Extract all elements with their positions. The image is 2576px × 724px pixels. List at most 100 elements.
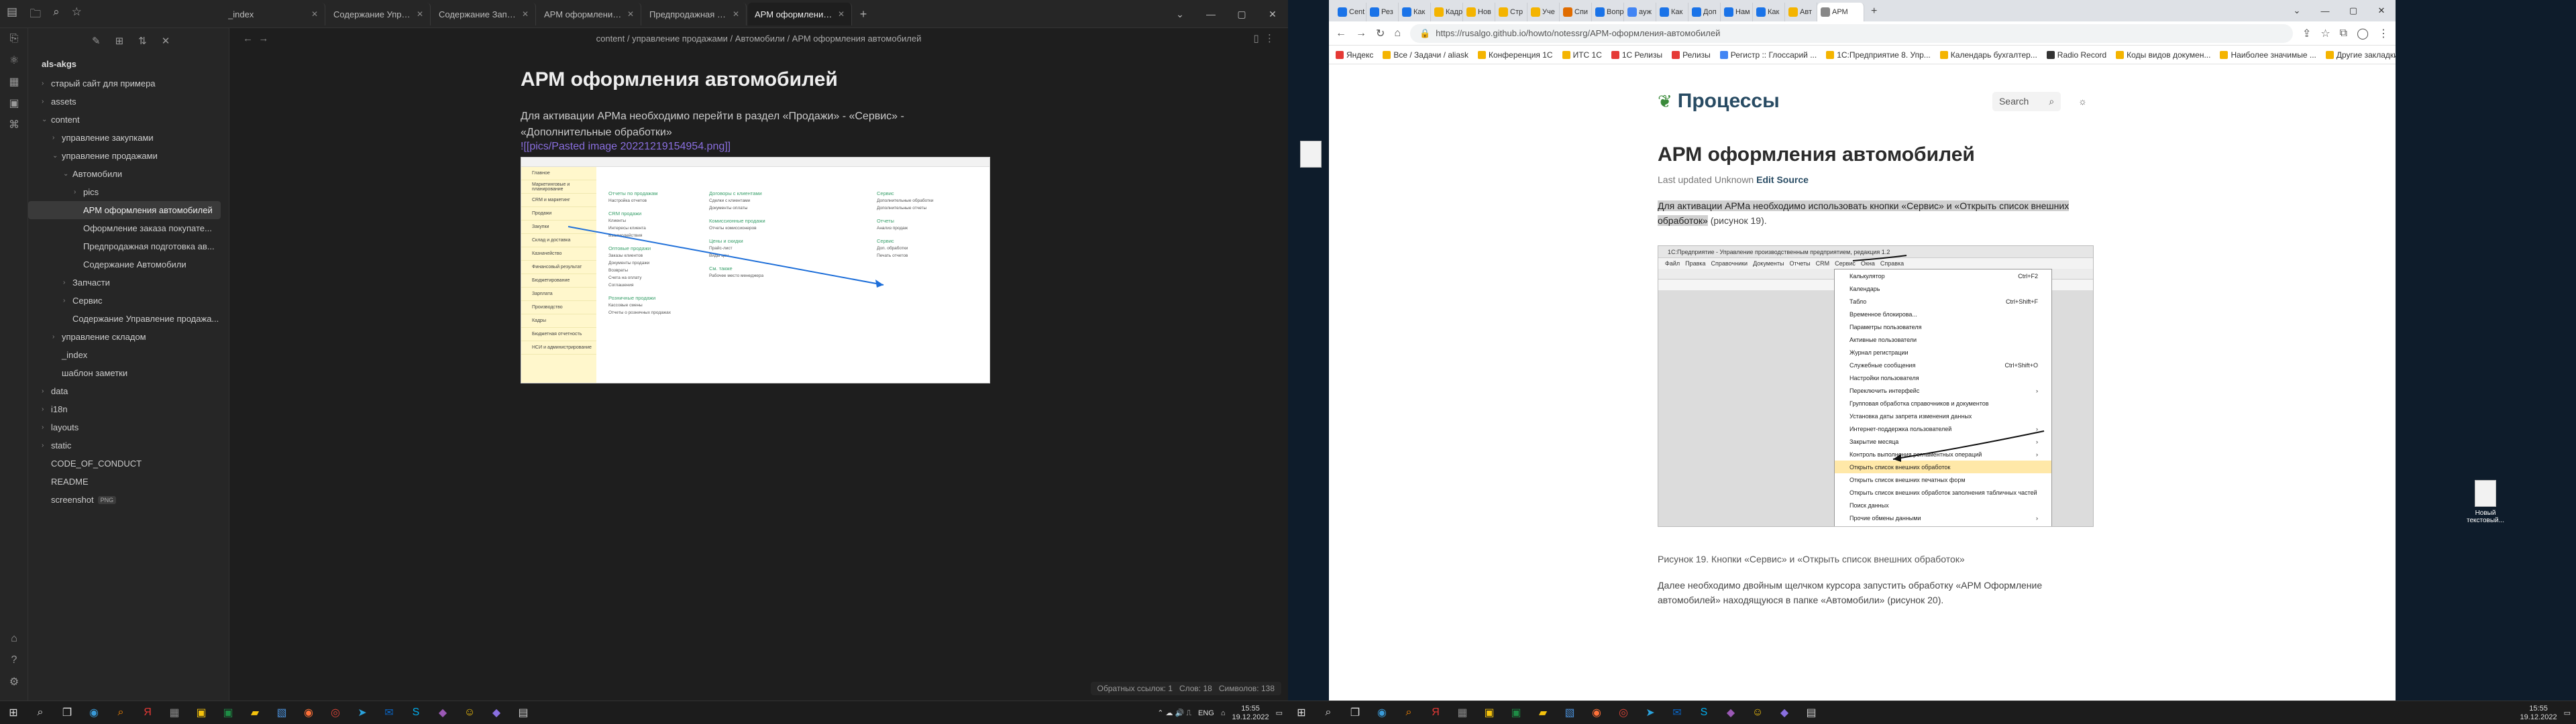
calculator-icon[interactable]: ▦ <box>1449 701 1476 724</box>
firefox-icon[interactable]: ◉ <box>295 701 322 724</box>
browser-tab[interactable]: Нов <box>1463 3 1495 21</box>
bookmark-item[interactable]: ИТС 1С <box>1562 50 1602 60</box>
task-view-icon[interactable]: ❐ <box>54 701 80 724</box>
yandex-icon[interactable]: Я <box>1422 701 1449 724</box>
minimize-icon[interactable]: — <box>2311 0 2339 21</box>
back-icon[interactable]: ← <box>1336 27 1346 40</box>
embed-link[interactable]: ![[pics/Pasted image 20221219154954.png]… <box>521 141 990 153</box>
tree-item[interactable]: _index <box>28 346 229 364</box>
close-icon[interactable]: ✕ <box>311 9 318 19</box>
close-icon[interactable]: ✕ <box>417 9 423 19</box>
editor-tab[interactable]: _index ✕ <box>221 3 325 25</box>
search-icon[interactable]: ⌕ <box>1315 701 1342 724</box>
chevron-down-icon[interactable]: ⌄ <box>2283 0 2311 21</box>
outlook-icon[interactable]: ✉ <box>1664 701 1690 724</box>
tree-item[interactable]: › pics <box>28 183 229 201</box>
tray-icons[interactable]: ⌃ ☁ 🔊 ⎍ <box>1157 709 1191 718</box>
app-icon[interactable]: ◆ <box>1717 701 1744 724</box>
notification-icon[interactable]: ▭ <box>2564 709 2571 717</box>
start-icon[interactable]: ⊞ <box>0 701 27 724</box>
tree-item[interactable]: › data <box>28 382 229 400</box>
collapse-icon[interactable]: ✕ <box>162 35 170 47</box>
reload-icon[interactable]: ↻ <box>1376 27 1385 40</box>
star-icon[interactable]: ☆ <box>2320 27 2330 40</box>
obsidian-icon[interactable]: ◆ <box>1771 701 1798 724</box>
edge-icon[interactable]: ◉ <box>1368 701 1395 724</box>
tree-item[interactable]: README <box>28 473 229 491</box>
1c-icon[interactable]: ▣ <box>1476 701 1503 724</box>
tree-item[interactable]: Содержание Управление продажа... <box>28 310 229 328</box>
obsidian-icon[interactable]: ◆ <box>483 701 510 724</box>
notification-icon[interactable]: ▭ <box>1276 709 1283 717</box>
app-icon[interactable]: ◆ <box>429 701 456 724</box>
start-icon[interactable]: ⊞ <box>1288 701 1315 724</box>
calculator-icon[interactable]: ▦ <box>161 701 188 724</box>
share-icon[interactable]: ⇪ <box>2302 27 2311 40</box>
tree-item[interactable]: Содержание Автомобили <box>28 255 229 274</box>
profile-icon[interactable]: ◯ <box>2357 27 2369 40</box>
browser-tab[interactable]: Стр <box>1495 3 1527 21</box>
bookmark-item[interactable]: Наиболее значимые ... <box>2220 50 2316 60</box>
maximize-icon[interactable]: ▢ <box>2339 0 2367 21</box>
editor-tab[interactable]: АРМ оформления автом...✕ <box>537 3 641 25</box>
extensions-icon[interactable]: ⧉ <box>2340 27 2347 40</box>
tree-item[interactable]: › управление закупками <box>28 129 229 147</box>
skype-icon[interactable]: S <box>1690 701 1717 724</box>
sidebar-toggle-icon[interactable]: ▤ <box>7 5 17 25</box>
bookmark-item[interactable]: Конференция 1С <box>1478 50 1553 60</box>
bookmark-item[interactable]: Все / Задачи / aliask <box>1383 50 1468 60</box>
bookmark-item[interactable]: 1С:Предприятие 8. Упр... <box>1826 50 1931 60</box>
firefox-icon[interactable]: ◉ <box>1583 701 1610 724</box>
photos-icon[interactable]: ▧ <box>1556 701 1583 724</box>
chrome-icon[interactable]: ◎ <box>322 701 349 724</box>
editor-tab[interactable]: АРМ оформления автом...✕ <box>748 3 852 25</box>
browser-tab[interactable]: Как <box>1753 3 1785 21</box>
tree-item[interactable]: ⌄ content <box>28 111 229 129</box>
gear-icon[interactable]: ⚙ <box>0 671 28 692</box>
menu-icon[interactable]: ⋮ <box>2378 27 2389 40</box>
tree-item[interactable]: › i18n <box>28 400 229 418</box>
browser-tab[interactable]: ауж <box>1624 3 1656 21</box>
tree-item[interactable]: Оформление заказа покупате... <box>28 219 229 237</box>
chevron-down-icon[interactable]: ⌄ <box>1165 0 1195 28</box>
address-bar[interactable]: 🔒 https://rusalgo.github.io/howto/notess… <box>1410 23 2293 43</box>
close-icon[interactable]: ✕ <box>733 9 739 19</box>
theme-toggle-icon[interactable]: ☼ <box>2078 96 2087 107</box>
telegram-icon[interactable]: ➤ <box>349 701 376 724</box>
edit-source-link[interactable]: Edit Source <box>1756 174 1809 185</box>
explorer-icon[interactable]: ▰ <box>1529 701 1556 724</box>
bookmark-item[interactable]: Релизы <box>1672 50 1711 60</box>
tree-item[interactable]: › static <box>28 436 229 455</box>
new-tab-icon[interactable]: + <box>1864 5 1884 21</box>
chrome-icon[interactable]: ◎ <box>1610 701 1637 724</box>
browser-tab[interactable]: Cent <box>1334 3 1366 21</box>
reading-view-icon[interactable]: ▯ ⋮ <box>1253 32 1275 44</box>
vault-icon[interactable]: ⌂ <box>0 628 28 650</box>
browser-tab[interactable]: Рез <box>1366 3 1399 21</box>
desktop-file-icon[interactable]: Новый текстовый... <box>2465 480 2506 524</box>
browser-tab[interactable]: Кадр <box>1431 3 1463 21</box>
network-icon[interactable]: ⌂ <box>1221 709 1226 717</box>
command-icon[interactable]: ⌘ <box>0 114 28 135</box>
browser-tab[interactable]: Доп <box>1688 3 1721 21</box>
editor-tab[interactable]: Содержание Управлени...✕ <box>327 3 431 25</box>
excel-icon[interactable]: ▣ <box>215 701 241 724</box>
tree-item[interactable]: Предпродажная подготовка ав... <box>28 237 229 255</box>
help-icon[interactable]: ? <box>0 650 28 671</box>
tree-item[interactable]: › assets <box>28 93 229 111</box>
editor-tab[interactable]: Содержание Запчасти✕ <box>432 3 536 25</box>
photos-icon[interactable]: ▧ <box>268 701 295 724</box>
tree-item[interactable]: › Сервис <box>28 292 229 310</box>
tree-item[interactable]: › управление складом <box>28 328 229 346</box>
search-app-icon[interactable]: ⌕ <box>107 701 134 724</box>
back-forward-icon[interactable]: ← → <box>243 33 268 44</box>
telegram-icon[interactable]: ➤ <box>1637 701 1664 724</box>
maximize-icon[interactable]: ▢ <box>1226 0 1257 28</box>
new-folder-icon[interactable]: ⊞ <box>115 35 124 47</box>
backlinks-count[interactable]: Обратных ссылок: 1 <box>1097 684 1173 693</box>
yandex-icon[interactable]: Я <box>134 701 161 724</box>
site-title[interactable]: ❦ Процессы <box>1658 90 1780 113</box>
clock[interactable]: 15:55 19.12.2022 <box>2520 705 2557 722</box>
breadcrumb[interactable]: content / управление продажами / Автомоб… <box>596 34 922 44</box>
close-icon[interactable]: ✕ <box>522 9 529 19</box>
